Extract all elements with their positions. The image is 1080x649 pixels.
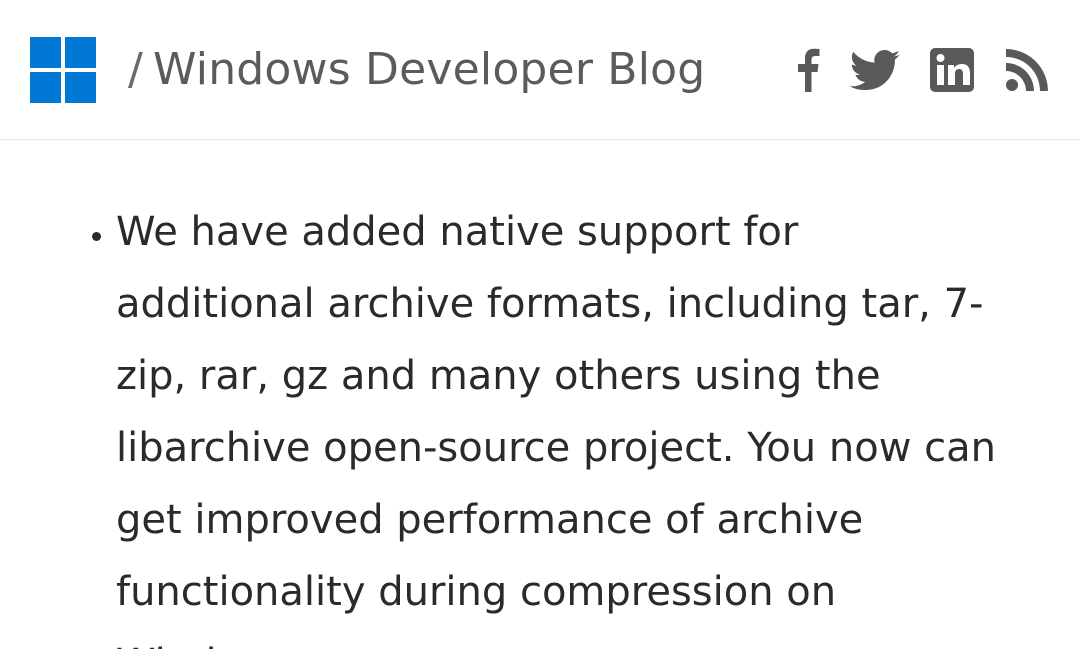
site-title-wrap: /Windows Developer Blog: [128, 44, 705, 95]
article-bullet-item: We have added native support for additio…: [116, 196, 1008, 649]
rss-icon: [1004, 47, 1050, 93]
facebook-link[interactable]: [796, 48, 820, 92]
linkedin-link[interactable]: [930, 48, 974, 92]
social-links: [796, 47, 1050, 93]
twitter-link[interactable]: [850, 50, 900, 90]
windows-logo-icon[interactable]: [30, 37, 96, 103]
twitter-icon: [850, 50, 900, 90]
facebook-icon: [796, 48, 820, 92]
site-header: /Windows Developer Blog: [0, 0, 1080, 140]
site-title[interactable]: Windows Developer Blog: [153, 44, 705, 95]
article-content: We have added native support for additio…: [0, 140, 1080, 649]
breadcrumb-separator: /: [128, 44, 143, 95]
article-bullet-list: We have added native support for additio…: [72, 196, 1008, 649]
rss-link[interactable]: [1004, 47, 1050, 93]
linkedin-icon: [930, 48, 974, 92]
